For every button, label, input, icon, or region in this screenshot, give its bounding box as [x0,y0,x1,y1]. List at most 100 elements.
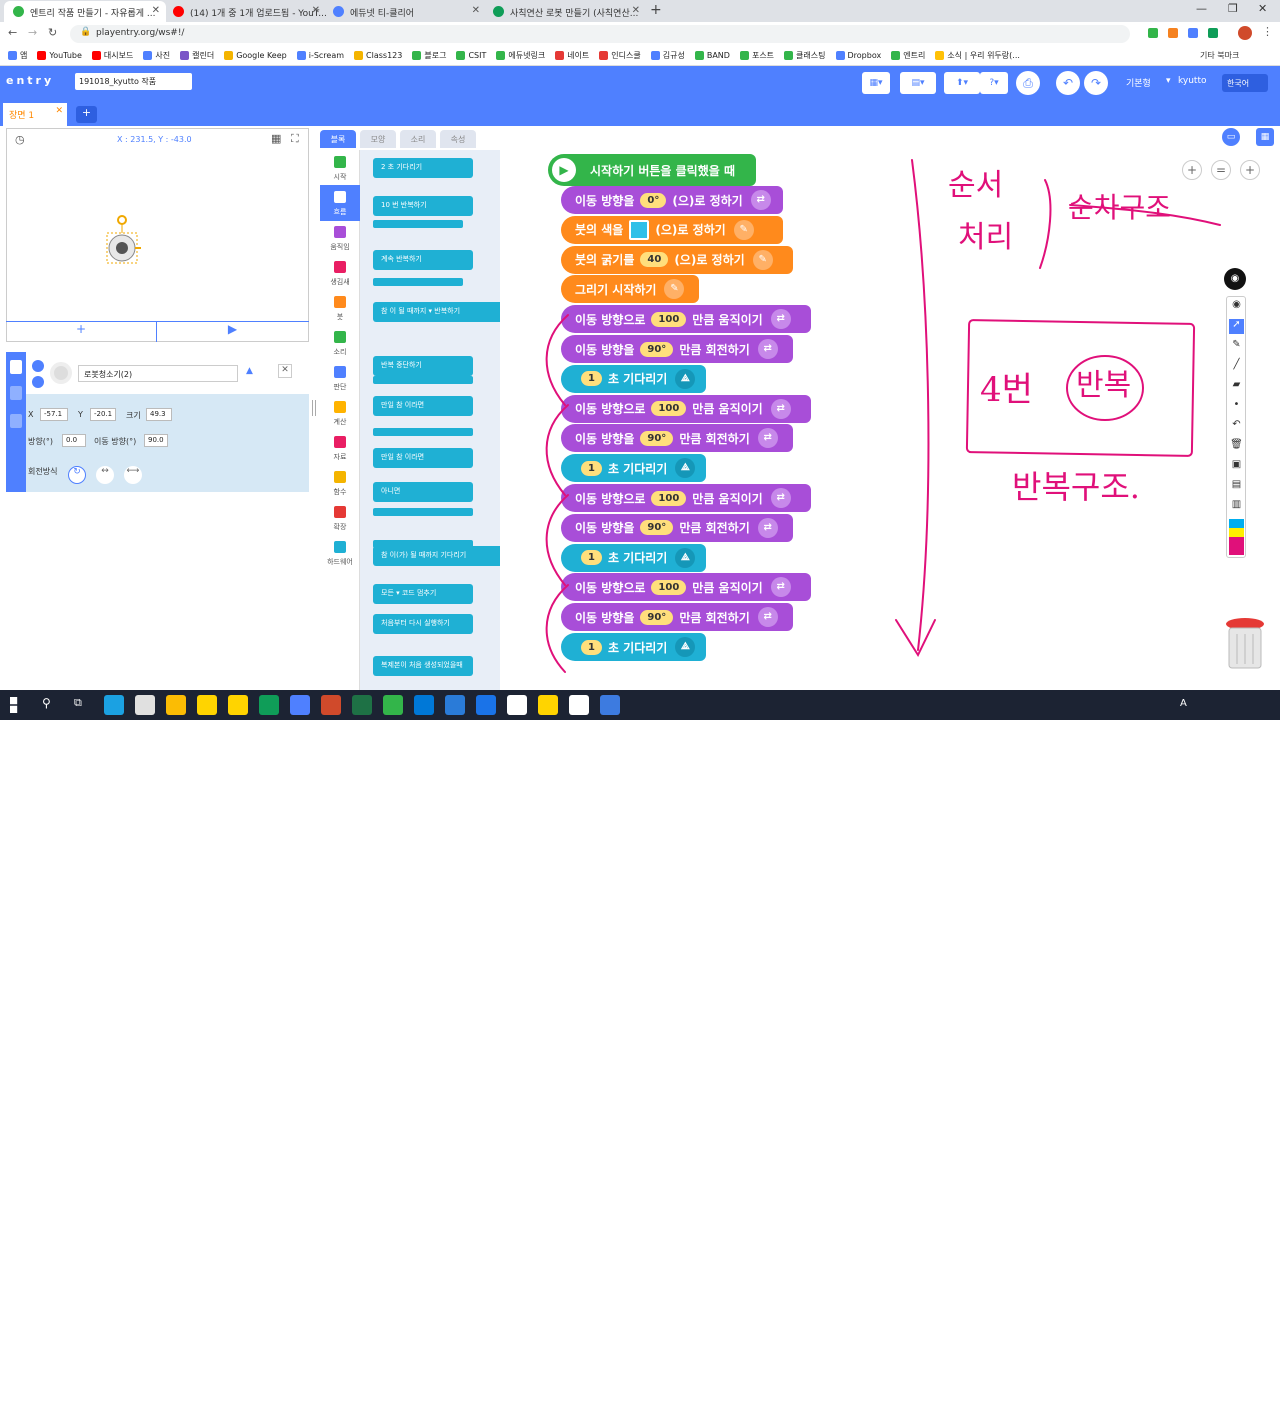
print-button[interactable]: ⎙ [1016,71,1040,95]
help-menu-button[interactable]: ?▾ [980,72,1008,94]
palette-block[interactable]: 10 번 반복하기 [373,196,473,216]
object-tab-icon[interactable] [10,360,22,374]
dot-icon[interactable]: • [1229,399,1244,414]
taskbar-app-icon[interactable] [507,695,527,715]
notes-icon[interactable] [10,414,22,428]
bookmark-item[interactable]: 소식 | 우리 위두랑(... [935,50,1020,61]
keyboard-icon[interactable]: ▦ [1256,128,1274,146]
taskbar-app-icon[interactable] [321,695,341,715]
zoom-button-2[interactable]: + [1240,160,1260,180]
redo-button[interactable]: ↷ [1084,71,1108,95]
user-menu[interactable]: kyutto [1178,76,1207,86]
bookmark-item[interactable]: i-Scream [296,51,344,60]
speed-icon[interactable]: ◷ [15,133,25,146]
palette-block[interactable]: 계속 반복하기 [373,250,473,270]
extension-icon[interactable] [1168,28,1178,38]
taskbar-app-icon[interactable] [445,695,465,715]
taskbar-app-icon[interactable] [352,695,372,715]
upload-menu-button[interactable]: ⬆▾ [944,72,980,94]
add-scene-button[interactable]: + [76,106,97,123]
add-object-button[interactable]: + [6,322,157,342]
object-name-input[interactable]: 로봇청소기(2) [78,365,238,382]
fullscreen-icon[interactable]: ⛶ [291,132,299,146]
category-0[interactable]: 시작 [320,150,360,186]
search-icon[interactable]: ⚲ [42,696,51,710]
taskbar-app-icon[interactable] [383,695,403,715]
help-icon[interactable] [10,386,22,400]
language-dropdown[interactable]: 한국어 [1222,74,1268,92]
bookmark-item[interactable]: 김규성 [650,50,685,61]
bookmark-item[interactable]: 에듀넷링크 [496,50,545,61]
extension-icon[interactable] [1188,28,1198,38]
bookmark-item[interactable]: 사진 [143,50,170,61]
panel-resize-handle[interactable] [312,400,316,416]
save-menu-button[interactable]: ▤▾ [900,72,936,94]
taskbar-app-icon[interactable] [135,695,155,715]
ime-indicator[interactable]: A [1180,698,1187,709]
taskbar-app-icon[interactable] [290,695,310,715]
visibility-icon[interactable] [32,360,44,372]
maximize-button[interactable]: ❐ [1228,2,1238,15]
bookmark-item[interactable]: YouTube [37,51,82,60]
category-1[interactable]: 흐름 [320,185,360,221]
robot-vacuum-sprite[interactable] [99,211,149,269]
color-palette[interactable] [1229,519,1244,555]
palette-block[interactable]: 반복 중단하기 [373,356,473,376]
windows-start-icon[interactable] [10,697,18,713]
extension-icon[interactable] [1148,28,1158,38]
new-tab-button[interactable]: + [650,2,662,18]
bookmark-item[interactable]: 캘린더 [180,50,214,61]
palette-block[interactable]: 처음부터 다시 실행하기 [373,614,473,634]
taskbar-app-icon[interactable] [569,695,589,715]
category-6[interactable]: 판단 [320,360,360,396]
undo-button[interactable]: ↶ [1056,71,1080,95]
pen-tool-logo[interactable]: ◉ [1224,268,1246,290]
rotate-none-icon[interactable]: ⟷ [124,466,142,484]
taskbar-app-icon[interactable] [414,695,434,715]
bookmark-item[interactable]: BAND [694,51,730,60]
category-11[interactable]: 하드웨어 [320,535,360,571]
eye-icon[interactable]: ◉ [1229,299,1244,314]
category-4[interactable]: 붓 [320,290,360,326]
size-input[interactable]: 49.3 [146,408,172,421]
grid-icon[interactable]: ▦ [271,132,281,145]
palette-block[interactable]: 참 이(가) 될 때까지 기다리기 [373,546,518,566]
palette-block[interactable]: 모든 ▾ 코드 멈추기 [373,584,473,604]
bookmark-item[interactable]: 네이트 [555,50,589,61]
rotate-horizontal-icon[interactable]: ↔ [96,466,114,484]
entry-logo[interactable]: entry [6,74,54,87]
mode-dropdown[interactable]: 기본형 [1126,76,1151,89]
bookmark-item[interactable]: 엔트리 [891,50,925,61]
bookmark-item[interactable]: 인디스쿨 [599,50,641,61]
y-input[interactable]: -20.1 [90,408,116,421]
x-input[interactable]: -57.1 [40,408,68,421]
url-input[interactable]: 🔒 playentry.org/ws#!/ [70,25,1130,43]
object-row[interactable]: 로봇청소기(2) ▲ ✕ [26,352,309,394]
chat-icon[interactable]: ▭ [1222,128,1240,146]
bookmark-item[interactable]: Class123 [354,51,402,60]
minimize-button[interactable]: — [1196,2,1207,15]
taskbar-app-icon[interactable] [166,695,186,715]
back-icon[interactable]: ← [8,26,17,39]
object-up-icon[interactable]: ▲ [246,366,253,376]
palette-block[interactable]: 복제본이 처음 생성되었을때 [373,656,473,676]
bookmark-item[interactable]: CSIT [456,51,486,60]
close-tab-icon[interactable]: ✕ [312,5,320,16]
palette-block[interactable]: 2 초 기다리기 [373,158,473,178]
palette-block[interactable]: 만일 참 이라면 [373,448,473,468]
category-7[interactable]: 계산 [320,395,360,431]
reload-icon[interactable]: ↻ [48,26,57,39]
clipboard-icon[interactable]: ▥ [1229,499,1244,514]
taskbar-app-icon[interactable] [600,695,620,715]
move-direction-input[interactable]: 90.0 [144,434,168,447]
category-9[interactable]: 함수 [320,465,360,501]
pen-icon[interactable]: ╱ [1229,359,1244,374]
project-name-input[interactable]: 191018_kyutto 작품 [75,73,192,90]
system-clock[interactable]: 오후 2:01 2019-10-18 [1198,1384,1245,1404]
close-window-button[interactable]: ✕ [1258,2,1267,15]
category-2[interactable]: 움직임 [320,220,360,256]
taskbar-app-icon[interactable] [476,695,496,715]
scene-tab[interactable]: 장면 1 ✕ [3,103,67,126]
palette-tab-0[interactable]: 블록 [320,130,356,148]
block-trash-icon[interactable] [1224,614,1266,670]
